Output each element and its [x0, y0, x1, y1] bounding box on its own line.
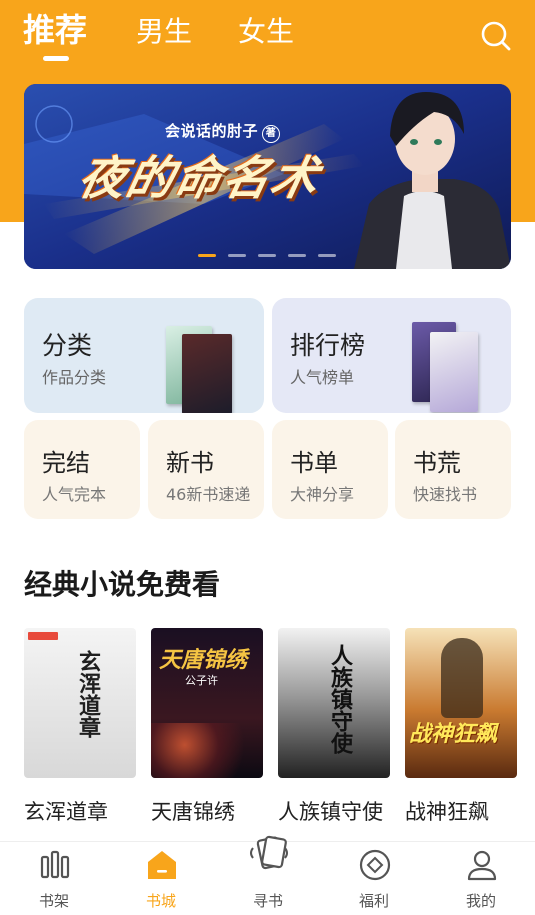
new-books-subtitle: 46新书速递 [166, 485, 251, 504]
book-shortage-card[interactable]: 书荒 快速找书 [395, 420, 511, 519]
book-cover: 人族镇守使 [278, 628, 390, 778]
nav-bookstore[interactable]: 书城 [121, 842, 201, 915]
search-icon[interactable] [478, 18, 514, 54]
nav-label: 书架 [38, 892, 69, 910]
book-cover: 玄浑道章 [24, 628, 136, 778]
book-cover: 战神狂飙 [405, 628, 517, 778]
nav-label: 福利 [358, 892, 389, 910]
booklist-card[interactable]: 书单 大神分享 [272, 420, 388, 519]
book-shortage-title: 书荒 [413, 449, 461, 477]
banner-title: 夜的命名术 [73, 151, 326, 205]
completed-subtitle: 人气完本 [42, 485, 107, 504]
profile-icon [467, 850, 497, 881]
nav-bookshelf[interactable]: 书架 [14, 842, 94, 915]
channel-tabs: 推荐 男生 女生 [0, 0, 535, 80]
book-shortage-subtitle: 快速找书 [413, 485, 478, 504]
category-card[interactable]: 分类 作品分类 [24, 298, 264, 413]
banner-author-name: 会说话的肘子 [165, 122, 259, 140]
category-title: 分类 [42, 331, 93, 360]
active-tab-indicator [43, 56, 69, 61]
ranking-card[interactable]: 排行榜 人气榜单 [272, 298, 511, 413]
bookstore-icon [148, 851, 176, 879]
nav-welfare[interactable]: 福利 [334, 842, 414, 915]
nav-label: 书城 [145, 892, 176, 910]
welfare-icon [359, 849, 391, 881]
pagination-dot[interactable] [288, 254, 306, 257]
book-cover-text: 玄浑道章 [75, 650, 100, 738]
new-books-card[interactable]: 新书 46新书速递 [148, 420, 264, 519]
nav-profile[interactable]: 我的 [441, 842, 521, 915]
bookshelf-icon [40, 850, 70, 879]
book-cover-text: 战神狂飙 [409, 722, 498, 747]
banner-author: 会说话的肘子著 [165, 120, 281, 143]
promo-banner[interactable]: 会说话的肘子著 夜的命名术 [24, 84, 511, 269]
find-book-icon [250, 835, 288, 870]
pagination-dot[interactable] [318, 254, 336, 257]
pagination-dot[interactable] [198, 254, 216, 257]
pagination-dot[interactable] [228, 254, 246, 257]
ranking-title: 排行榜 [290, 331, 366, 360]
book-cover-author: 公子许 [185, 674, 218, 687]
tab-female[interactable]: 女生 [238, 12, 294, 52]
bookstore-page: 推荐 男生 女生 会说话的肘子 著 夜的命名术 分类 作品分类 排行榜 人气榜单… [0, 0, 535, 915]
nav-label: 我的 [465, 892, 496, 910]
bottom-nav: 书架 书城 寻书 福利 我的 [0, 835, 535, 915]
category-subtitle: 作品分类 [42, 368, 107, 387]
nav-find-book[interactable]: 寻书 [228, 835, 308, 915]
pagination-dot[interactable] [258, 254, 276, 257]
tab-recommend[interactable]: 推荐 [23, 10, 87, 50]
book-title: 玄浑道章 [24, 800, 108, 824]
booklist-subtitle: 大神分享 [290, 485, 355, 504]
book-cover-text: 人族镇守使 [327, 644, 352, 754]
book-cover-text: 天唐锦绣 [159, 648, 248, 673]
booklist-title: 书单 [290, 449, 338, 477]
completed-card[interactable]: 完结 人气完本 [24, 420, 140, 519]
tab-male[interactable]: 男生 [136, 12, 192, 52]
section-title: 经典小说免费看 [24, 568, 221, 601]
book-title: 战神狂飙 [405, 800, 489, 824]
new-books-title: 新书 [166, 449, 214, 477]
banner-author-mark: 著 [262, 125, 281, 143]
ranking-subtitle: 人气榜单 [290, 368, 355, 387]
completed-title: 完结 [42, 449, 90, 477]
book-cover: 天唐锦绣 公子许 [151, 628, 263, 778]
book-title: 人族镇守使 [278, 800, 383, 824]
nav-label: 寻书 [252, 892, 283, 910]
